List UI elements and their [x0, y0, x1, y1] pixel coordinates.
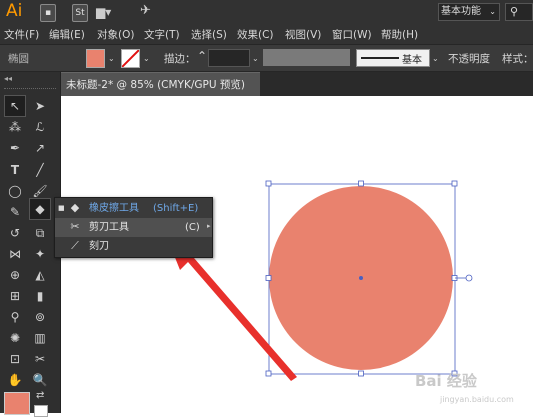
- flyout-label: 刻刀: [89, 241, 109, 252]
- eraser-tool-flyout: ■ ◆ 橡皮擦工具 (Shift+E) ✂ 剪刀工具 (C) ⟋ 刻刀 ▸: [54, 197, 213, 258]
- flyout-label: 剪刀工具: [89, 222, 129, 233]
- live-corner-widget[interactable]: [465, 274, 473, 282]
- knife-icon: ⟋: [71, 239, 79, 252]
- watermark: Bai 经验: [415, 372, 477, 390]
- eraser-icon: ◆: [70, 201, 80, 214]
- center-point: [359, 276, 363, 280]
- scissors-icon: ✂: [70, 220, 80, 233]
- tearoff-arrow-icon[interactable]: ▸: [207, 222, 211, 230]
- flyout-item-scissors[interactable]: ✂ 剪刀工具 (C): [55, 218, 212, 237]
- watermark-url: jingyan.baidu.com: [440, 395, 514, 404]
- flyout-label: 橡皮擦工具: [89, 203, 139, 214]
- active-tool-bullet: ■: [58, 204, 65, 212]
- flyout-item-eraser[interactable]: ■ ◆ 橡皮擦工具 (Shift+E): [55, 199, 212, 218]
- flyout-shortcut: (Shift+E): [153, 203, 199, 214]
- flyout-item-knife[interactable]: ⟋ 刻刀: [55, 237, 212, 256]
- flyout-shortcut: (C): [185, 222, 200, 233]
